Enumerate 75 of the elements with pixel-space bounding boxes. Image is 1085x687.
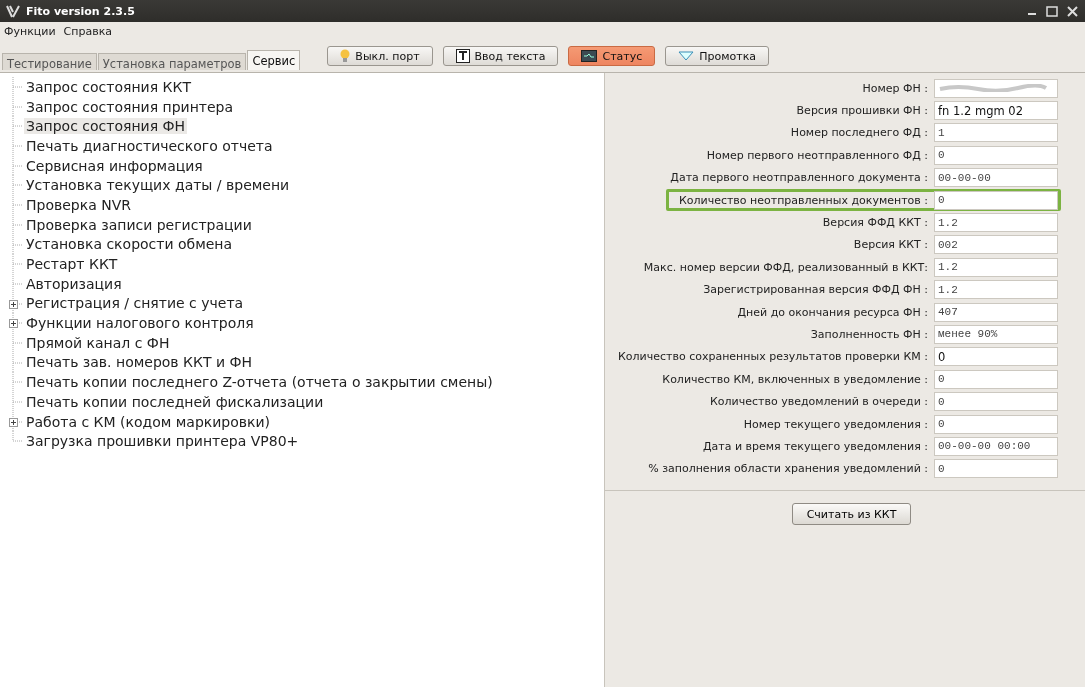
tree-item[interactable]: Рестарт ККТ <box>24 256 120 273</box>
tree-item[interactable]: Регистрация / снятие с учета <box>24 295 246 312</box>
input-field[interactable]: 1 <box>934 123 1058 143</box>
toolbar-button[interactable]: Статус <box>568 46 656 66</box>
input-field[interactable]: 002 <box>934 235 1058 255</box>
input-field[interactable]: 1.2 <box>934 280 1058 300</box>
field-label: Дата и время текущего уведомления : <box>702 439 928 453</box>
tree-item[interactable]: Запрос состояния принтера <box>24 98 236 115</box>
tree-expander-icon[interactable] <box>8 313 24 334</box>
input-field[interactable]: fn 1.2 mgm 02 <box>934 101 1058 121</box>
field-label: Макс. номер версии ФФД, реализованный в ККТ: <box>643 260 928 274</box>
input-field[interactable]: менее 90% <box>934 325 1058 344</box>
tree-item[interactable]: Печать зав. номеров ККТ и ФН <box>24 354 255 371</box>
input-field[interactable]: 1.2 <box>934 213 1058 233</box>
tree-item[interactable]: Печать копии последнего Z-отчета (отчета о закрытии смены) <box>24 374 495 391</box>
field-label: Количество неотправленных документов : <box>678 193 928 207</box>
field-label: Номер ФН : <box>862 81 928 95</box>
tree-item[interactable]: Установка текущих даты / времени <box>24 177 292 194</box>
tab[interactable]: Установка параметров <box>97 53 247 70</box>
letter-t-icon <box>455 49 470 63</box>
tree-item[interactable]: Работа с КМ (кодом маркировки) <box>24 413 273 430</box>
input-field[interactable]: 0 <box>934 459 1058 479</box>
input-field[interactable]: 0 <box>934 145 1058 165</box>
tab[interactable]: Сервис <box>247 50 301 70</box>
field-label: Номер текущего уведомления : <box>743 417 928 431</box>
tree-item[interactable]: Проверка NVR <box>24 196 133 213</box>
tree-item[interactable]: Запрос состояния ККТ <box>24 78 193 95</box>
down-triangle-icon <box>678 51 695 61</box>
tree-item[interactable]: Загрузка прошивки принтера VP80+ <box>24 433 301 450</box>
input-field[interactable]: 0 <box>934 369 1058 389</box>
tree-item[interactable]: Установка скорости обмена <box>24 236 235 253</box>
tree-item[interactable]: Запрос состояния ФН <box>24 118 188 135</box>
maximize-icon[interactable] <box>1045 4 1059 18</box>
app-logo-icon <box>6 4 20 18</box>
input-field[interactable]: 1.2 <box>934 257 1058 277</box>
field-label: Версия прошивки ФН : <box>796 104 928 118</box>
close-icon[interactable] <box>1065 4 1079 18</box>
window-title: Fito version 2.3.5 <box>26 4 136 18</box>
toolbar-button[interactable]: Промотка <box>665 46 770 66</box>
tree-item[interactable]: Печать копии последней фискализации <box>24 393 326 410</box>
tree-expander-icon[interactable] <box>8 293 24 314</box>
field-label: Зарегистрированная версия ФФД ФН : <box>703 283 928 297</box>
field-label: Номер последнего ФД : <box>790 126 928 140</box>
tree-item[interactable]: Функции налогового контроля <box>24 315 256 332</box>
field-label: Количество уведомлений в очереди : <box>710 395 928 409</box>
toolbar-button[interactable]: Ввод текста <box>442 46 559 66</box>
tree-item[interactable]: Проверка записи регистрации <box>24 216 254 233</box>
field-label: Количество сохраненных результатов проверки КМ : <box>618 350 928 364</box>
menu-item[interactable]: Функции <box>4 24 56 38</box>
field-label: Номер первого неотправленного ФД : <box>706 148 928 162</box>
tab[interactable]: Тестирование <box>2 53 97 70</box>
field-label: % заполнения области хранения уведомлений : <box>648 462 928 476</box>
tree-item[interactable]: Печать диагностического отчета <box>24 137 275 154</box>
bulb-icon <box>340 49 351 63</box>
field-label: Версия ККТ : <box>853 238 928 252</box>
input-field[interactable]: 00-00-00 00:00 <box>934 436 1058 456</box>
tree-item[interactable]: Авторизация <box>24 275 124 292</box>
toolbar-button[interactable]: Выкл. порт <box>327 46 433 66</box>
menu-item[interactable]: Справка <box>63 24 113 38</box>
field-label: Количество КМ, включенных в уведомление : <box>662 372 928 386</box>
input-field[interactable]: 0 <box>934 414 1058 434</box>
input-field[interactable]: 407 <box>934 302 1058 322</box>
input-field[interactable]: 0 <box>934 347 1058 367</box>
input-field[interactable]: 0 <box>934 392 1058 412</box>
field-label: Дата первого неотправленного документа : <box>670 171 928 185</box>
field-label: Версия ФФД ККТ : <box>822 216 928 230</box>
read-button[interactable]: Считать из ККТ <box>791 503 912 526</box>
tree-item[interactable]: Прямой канал с ФН <box>24 334 172 351</box>
tree-expander-icon[interactable] <box>8 411 24 432</box>
tree-item[interactable]: Сервисная информация <box>24 157 205 174</box>
field-label: Заполненность ФН : <box>810 328 928 341</box>
field-label: Дней до окончания ресурса ФН : <box>737 305 928 319</box>
input-field[interactable]: 0 <box>934 190 1058 210</box>
input-field[interactable]: 00-00-00 <box>934 168 1058 188</box>
monitor-icon <box>581 50 598 62</box>
